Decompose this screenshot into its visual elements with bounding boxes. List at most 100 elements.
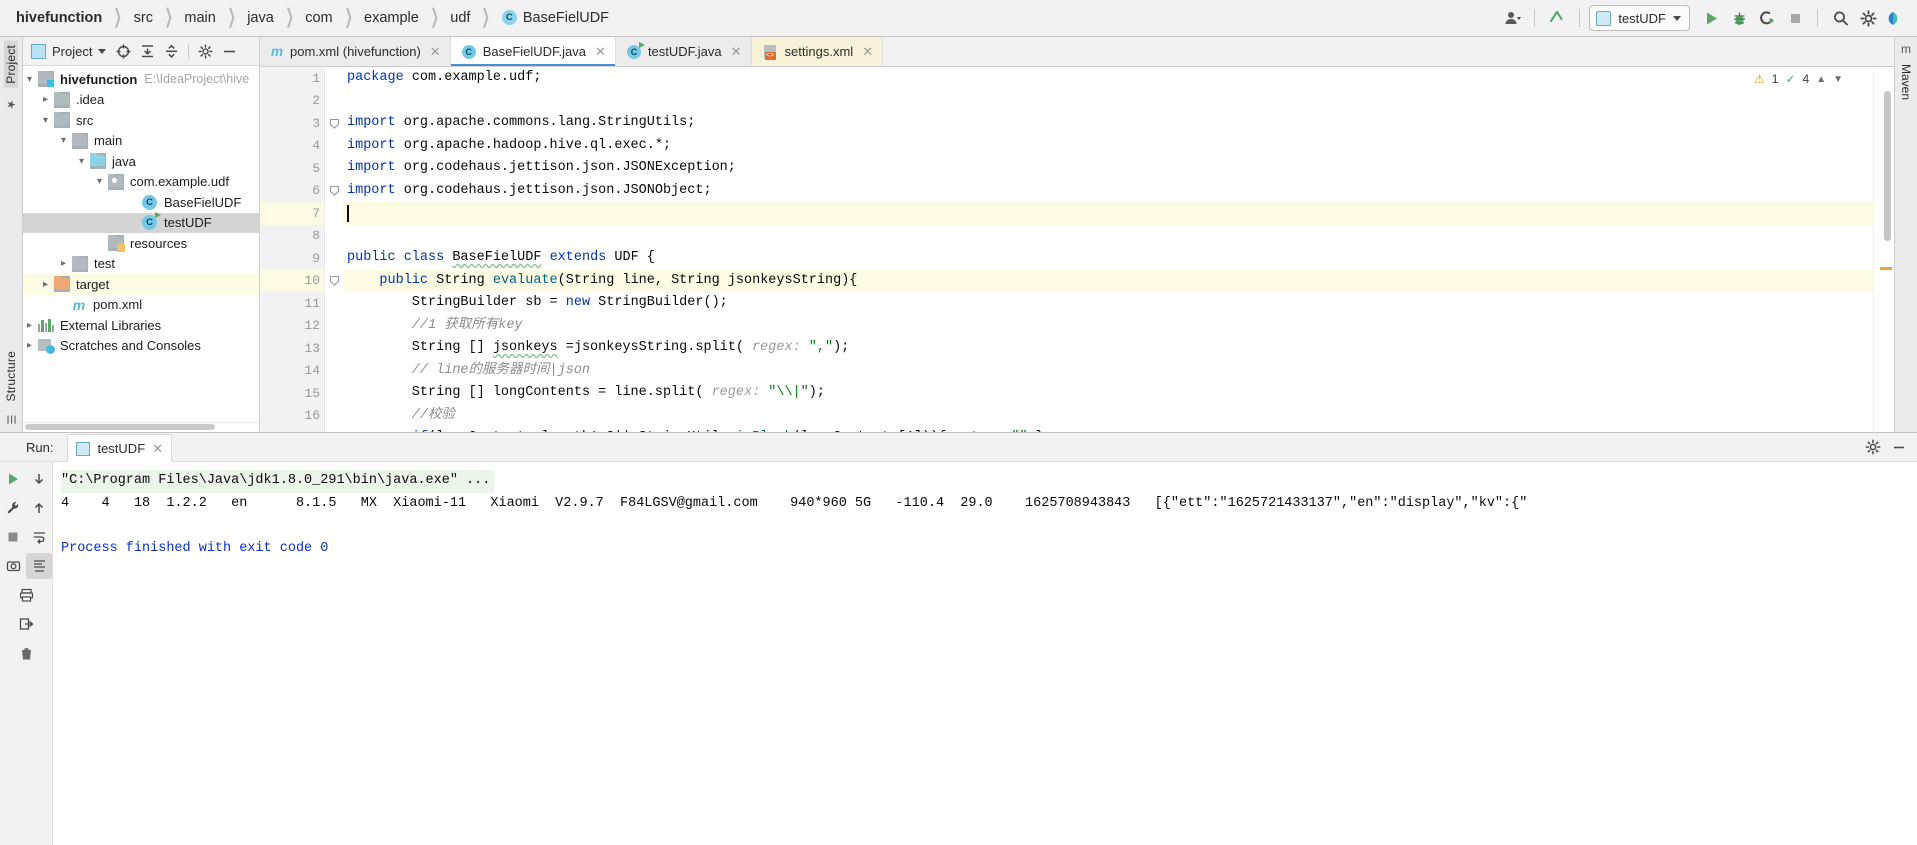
editor-tab-testudf[interactable]: C testUDF.java ✕: [615, 37, 752, 66]
run-with-coverage-icon[interactable]: [1754, 5, 1780, 31]
close-icon[interactable]: ✕: [152, 441, 163, 457]
wrench-icon[interactable]: [0, 495, 26, 521]
camera-icon[interactable]: [0, 553, 26, 579]
editor-tab-settings-xml[interactable]: settings.xml ✕: [751, 37, 884, 66]
fold-marker-icon[interactable]: [329, 185, 340, 196]
project-panel-title[interactable]: Project: [31, 43, 107, 59]
editor-viewport[interactable]: 1 2 3 4 5 6 7 8 9 10 @ 11: [260, 67, 1894, 432]
tree-row[interactable]: ▾ src: [23, 110, 259, 131]
chevron-down-icon[interactable]: ▾: [23, 74, 36, 85]
code-line: StringBuilder sb = new StringBuilder();: [347, 295, 728, 310]
run-tab-testudf[interactable]: testUDF ✕: [67, 434, 173, 462]
chevron-down-icon[interactable]: ▾: [75, 156, 88, 167]
idea-window: hivefunction ❯ src ❯ main ❯ java ❯ com ❯…: [0, 0, 1917, 845]
project-tree[interactable]: ▾ hivefunction E:\IdeaProject\hive ▸ .id…: [23, 66, 259, 422]
sidebar-item-maven[interactable]: Maven: [1899, 64, 1913, 100]
minimize-icon[interactable]: [1891, 439, 1907, 455]
breadcrumb-item-5[interactable]: example: [362, 10, 421, 26]
debug-icon[interactable]: [1726, 5, 1752, 31]
print-icon[interactable]: [13, 582, 39, 608]
tree-row[interactable]: ▸ target: [23, 274, 259, 295]
scrollbar-thumb[interactable]: [25, 424, 215, 430]
tree-row[interactable]: ▾ java: [23, 151, 259, 172]
breadcrumb-item-2[interactable]: main: [182, 10, 217, 26]
fold-marker-icon[interactable]: [329, 118, 340, 129]
locate-icon[interactable]: [113, 41, 134, 62]
hide-icon[interactable]: [219, 41, 240, 62]
vertical-scrollbar-thumb[interactable]: [1884, 91, 1891, 241]
project-tab-label: Project: [4, 45, 18, 84]
settings-icon[interactable]: [1855, 5, 1881, 31]
tree-row[interactable]: ▾ com.example.udf: [23, 172, 259, 193]
tree-row[interactable]: ▸ test: [23, 254, 259, 275]
editor-gutter[interactable]: 1 2 3 4 5 6 7 8 9 10 @ 11: [260, 67, 346, 432]
chevron-down-icon[interactable]: ▼: [1833, 74, 1843, 85]
tree-row[interactable]: m pom.xml: [23, 295, 259, 316]
chevron-down-icon[interactable]: ▾: [57, 135, 70, 146]
tree-row[interactable]: ▸ .idea: [23, 90, 259, 111]
chevron-down-icon[interactable]: ▾: [39, 115, 52, 126]
chevron-up-icon[interactable]: ▲: [1816, 74, 1826, 85]
trash-icon[interactable]: [13, 640, 39, 666]
editor-tab-basefieludf[interactable]: C BaseFielUDF.java ✕: [450, 37, 616, 66]
editor-fold-strip[interactable]: [325, 67, 343, 432]
stop-icon[interactable]: [0, 524, 26, 550]
editor-inspection-summary[interactable]: ⚠ 1 ✓ 4 ▲ ▼: [1745, 67, 1851, 91]
chevron-down-icon[interactable]: ▾: [93, 176, 106, 187]
bookmarks-icon[interactable]: ☰: [5, 415, 18, 425]
fold-marker-icon[interactable]: [329, 275, 340, 286]
close-icon[interactable]: ✕: [731, 44, 742, 60]
editor-tab-pom-xml[interactable]: m pom.xml (hivefunction) ✕: [260, 37, 451, 66]
toolbar-divider: [1534, 9, 1536, 27]
breadcrumb-item-0[interactable]: hivefunction: [14, 10, 104, 26]
run-icon[interactable]: [1698, 5, 1724, 31]
soft-wrap-icon[interactable]: [26, 524, 52, 550]
gutter-line: 16: [260, 405, 324, 428]
updates-icon[interactable]: [1883, 5, 1909, 31]
gutter-line: 1: [260, 67, 324, 90]
scroll-to-end-icon[interactable]: [26, 553, 52, 579]
tree-row[interactable]: resources: [23, 233, 259, 254]
breadcrumb-item-4[interactable]: com: [303, 10, 334, 26]
gutter-line: 4: [260, 135, 324, 158]
console-output[interactable]: "C:\Program Files\Java\jdk1.8.0_291\bin\…: [53, 462, 1917, 845]
run-configuration-selector[interactable]: testUDF: [1589, 5, 1690, 31]
chevron-right-icon[interactable]: ▸: [23, 340, 36, 351]
gear-icon[interactable]: [195, 41, 216, 62]
user-icon[interactable]: [1499, 5, 1525, 31]
breadcrumb-item-3[interactable]: java: [245, 10, 276, 26]
tree-row[interactable]: C BaseFielUDF: [23, 192, 259, 213]
update-project-icon[interactable]: [1544, 5, 1570, 31]
rerun-icon[interactable]: [0, 466, 26, 492]
tree-row[interactable]: ▾ main: [23, 131, 259, 152]
inspection-marker[interactable]: [1880, 267, 1892, 270]
export-icon[interactable]: [13, 611, 39, 637]
chevron-right-icon[interactable]: ▸: [57, 258, 70, 269]
tree-row[interactable]: ▸ External Libraries: [23, 315, 259, 336]
expand-all-icon[interactable]: [137, 41, 158, 62]
close-icon[interactable]: ✕: [430, 44, 441, 60]
sidebar-item-structure[interactable]: Structure: [4, 347, 18, 406]
scroll-up-icon[interactable]: [26, 466, 52, 492]
breadcrumb-item-class[interactable]: C BaseFielUDF: [500, 9, 611, 26]
chevron-right-icon[interactable]: ▸: [39, 279, 52, 290]
breadcrumb-item-6[interactable]: udf: [448, 10, 472, 26]
tree-row[interactable]: ▾ hivefunction E:\IdeaProject\hive: [23, 69, 259, 90]
gear-icon[interactable]: [1865, 439, 1881, 455]
close-icon[interactable]: ✕: [595, 44, 606, 60]
folder-icon: [72, 255, 88, 272]
tree-row[interactable]: ▸ Scratches and Consoles: [23, 336, 259, 357]
sidebar-item-project[interactable]: Project: [4, 41, 18, 88]
project-horizontal-scrollbar[interactable]: [23, 422, 259, 432]
chevron-right-icon[interactable]: ▸: [23, 320, 36, 331]
favorites-icon[interactable]: ★: [5, 99, 18, 109]
chevron-right-icon[interactable]: ▸: [39, 94, 52, 105]
search-everywhere-icon[interactable]: [1827, 5, 1853, 31]
tree-row-selected[interactable]: C testUDF: [23, 212, 259, 233]
breadcrumb-item-1[interactable]: src: [132, 10, 155, 26]
scroll-down-icon[interactable]: [26, 495, 52, 521]
close-icon[interactable]: ✕: [862, 44, 873, 60]
code-text-area[interactable]: package com.example.udf; import org.apac…: [343, 67, 1873, 432]
collapse-all-icon[interactable]: [161, 41, 182, 62]
editor-scrollbar-gutter[interactable]: [1873, 67, 1894, 432]
